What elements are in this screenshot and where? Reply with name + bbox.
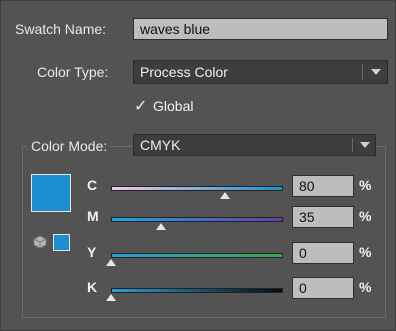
swatch-name-input[interactable]: waves blue [133, 18, 388, 40]
color-mode-value: CMYK [140, 137, 181, 153]
color-type-value: Process Color [140, 64, 228, 80]
channel-label-m: M [87, 208, 99, 224]
channel-value-c[interactable]: 80 [292, 175, 354, 197]
global-checkbox[interactable]: ✓ [134, 97, 150, 115]
channel-value-k[interactable]: 0 [292, 277, 354, 299]
slider-track-k[interactable] [111, 288, 283, 293]
slider-track-m[interactable] [111, 217, 283, 222]
dropdown-separator [362, 64, 363, 80]
slider-thumb-m[interactable] [155, 223, 166, 230]
channel-label-y: Y [87, 244, 97, 260]
color-mode-label: Color Mode: [27, 138, 112, 154]
swatch-name-label: Swatch Name: [15, 21, 107, 37]
channel-label-k: K [87, 279, 98, 295]
color-type-label: Color Type: [37, 64, 109, 80]
percent-label: % [359, 244, 372, 260]
in-gamut-swatch[interactable] [53, 234, 70, 251]
swatch-options-panel: Swatch Name: waves blue Color Type: Proc… [0, 0, 396, 331]
color-swatch-preview [31, 174, 71, 212]
checkmark-icon: ✓ [134, 98, 148, 115]
color-type-dropdown[interactable]: Process Color [133, 60, 388, 84]
channel-label-c: C [87, 177, 98, 193]
chevron-down-icon [360, 142, 370, 148]
slider-thumb-k[interactable] [106, 294, 116, 301]
slider-thumb-y[interactable] [106, 259, 116, 266]
percent-label: % [359, 208, 372, 224]
global-label: Global [153, 98, 194, 114]
slider-track-c[interactable] [111, 186, 283, 191]
color-mode-dropdown[interactable]: CMYK [133, 134, 376, 156]
slider-track-y[interactable] [111, 253, 283, 258]
chevron-down-icon [371, 69, 381, 75]
slider-thumb-c[interactable] [219, 192, 230, 199]
percent-label: % [359, 177, 372, 193]
dropdown-separator [352, 138, 353, 152]
cube-icon[interactable] [33, 235, 47, 249]
channel-value-y[interactable]: 0 [292, 242, 354, 264]
channel-value-m[interactable]: 35 [292, 206, 354, 228]
percent-label: % [359, 279, 372, 295]
